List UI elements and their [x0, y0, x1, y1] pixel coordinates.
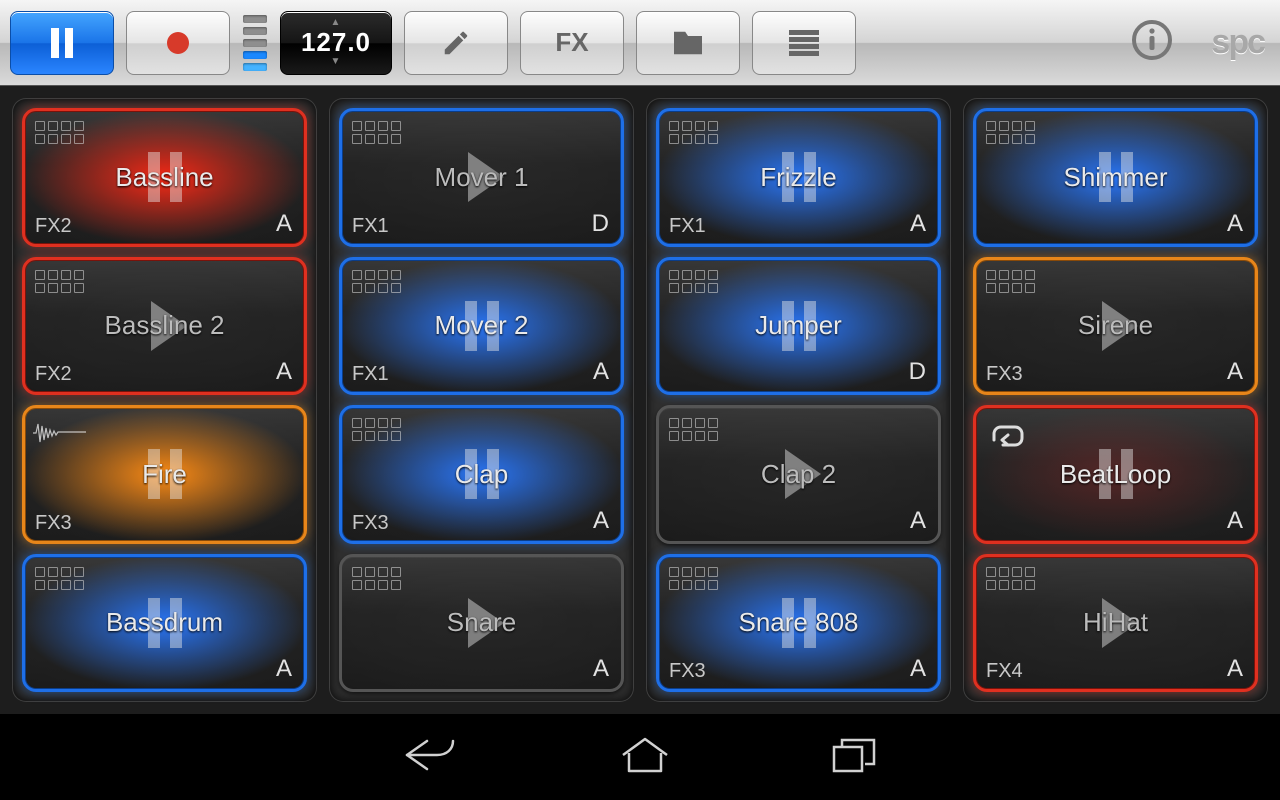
bpm-value: 127.0 — [301, 27, 371, 58]
pad[interactable]: BasslineFX2A — [22, 108, 307, 247]
pad-group: A — [593, 655, 609, 683]
info-button[interactable] — [1131, 19, 1173, 66]
pad[interactable]: BeatLoopA — [973, 405, 1258, 544]
info-icon — [1131, 19, 1173, 61]
pad-fx: FX4 — [986, 660, 1023, 683]
pad[interactable]: Snare 808FX3A — [656, 554, 941, 693]
list-button[interactable] — [752, 11, 856, 75]
pad-group: D — [592, 210, 609, 238]
fx-button[interactable]: FX — [520, 11, 624, 75]
pad[interactable]: Mover 1FX1D — [339, 108, 624, 247]
chevron-up-icon: ▲ — [331, 19, 342, 27]
pad-group: A — [1227, 507, 1243, 535]
pad-fx: FX1 — [352, 215, 389, 238]
home-icon — [619, 735, 671, 775]
pad-fx: FX3 — [986, 363, 1023, 386]
toolbar: ▲ 127.0 ▼ FX spc — [0, 0, 1280, 86]
record-icon — [164, 29, 192, 57]
pause-icon — [49, 28, 75, 58]
recent-apps-icon — [831, 735, 877, 775]
app-logo: spc — [1211, 23, 1264, 62]
folder-button[interactable] — [636, 11, 740, 75]
pad[interactable]: SireneFX3A — [973, 257, 1258, 396]
list-icon — [789, 30, 819, 56]
pad[interactable]: HiHatFX4A — [973, 554, 1258, 693]
pad-column: Mover 1FX1DMover 2FX1AClapFX3ASnareA — [329, 98, 634, 702]
pad[interactable]: FireFX3 — [22, 405, 307, 544]
record-button[interactable] — [126, 11, 230, 75]
pad-group: A — [910, 210, 926, 238]
pad[interactable]: ClapFX3A — [339, 405, 624, 544]
play-pause-button[interactable] — [10, 11, 114, 75]
pad-fx: FX3 — [35, 512, 72, 535]
pad-fx: FX3 — [669, 660, 706, 683]
fx-label: FX — [555, 27, 588, 58]
pad-group: A — [1227, 655, 1243, 683]
pad-group: A — [593, 507, 609, 535]
back-icon — [403, 735, 459, 775]
pencil-icon — [441, 28, 471, 58]
pad[interactable]: BassdrumA — [22, 554, 307, 693]
pad-group: A — [276, 358, 292, 386]
pad-group: A — [1227, 210, 1243, 238]
chevron-down-icon: ▼ — [331, 58, 342, 66]
pad-group: A — [910, 655, 926, 683]
folder-icon — [671, 29, 705, 57]
pad[interactable]: Bassline 2FX2A — [22, 257, 307, 396]
nav-recent-button[interactable] — [831, 735, 877, 780]
waveform-icon — [33, 422, 87, 444]
pad-group: D — [909, 358, 926, 386]
pad-fx: FX1 — [352, 363, 389, 386]
pad[interactable]: SnareA — [339, 554, 624, 693]
pad-column: BasslineFX2ABassline 2FX2AFireFX3Bassdru… — [12, 98, 317, 702]
level-meter[interactable] — [242, 15, 268, 71]
pad-column: FrizzleFX1AJumperDClap 2ASnare 808FX3A — [646, 98, 951, 702]
pad-group: A — [1227, 358, 1243, 386]
pad-group: A — [276, 210, 292, 238]
pad[interactable]: Clap 2A — [656, 405, 941, 544]
android-navbar — [0, 714, 1280, 800]
pad-fx: FX3 — [352, 512, 389, 535]
pad-group: A — [276, 655, 292, 683]
pad-board: BasslineFX2ABassline 2FX2AFireFX3Bassdru… — [0, 86, 1280, 714]
pad-fx: FX2 — [35, 363, 72, 386]
pad-column: ShimmerASireneFX3ABeatLoopAHiHatFX4A — [963, 98, 1268, 702]
pad[interactable]: FrizzleFX1A — [656, 108, 941, 247]
loop-icon — [988, 422, 1028, 450]
pad[interactable]: ShimmerA — [973, 108, 1258, 247]
pad-fx: FX2 — [35, 215, 72, 238]
pad[interactable]: JumperD — [656, 257, 941, 396]
pad-fx: FX1 — [669, 215, 706, 238]
pad[interactable]: Mover 2FX1A — [339, 257, 624, 396]
pad-group: A — [593, 358, 609, 386]
nav-back-button[interactable] — [403, 735, 459, 780]
bpm-button[interactable]: ▲ 127.0 ▼ — [280, 11, 392, 75]
edit-button[interactable] — [404, 11, 508, 75]
nav-home-button[interactable] — [619, 735, 671, 780]
pad-group: A — [910, 507, 926, 535]
